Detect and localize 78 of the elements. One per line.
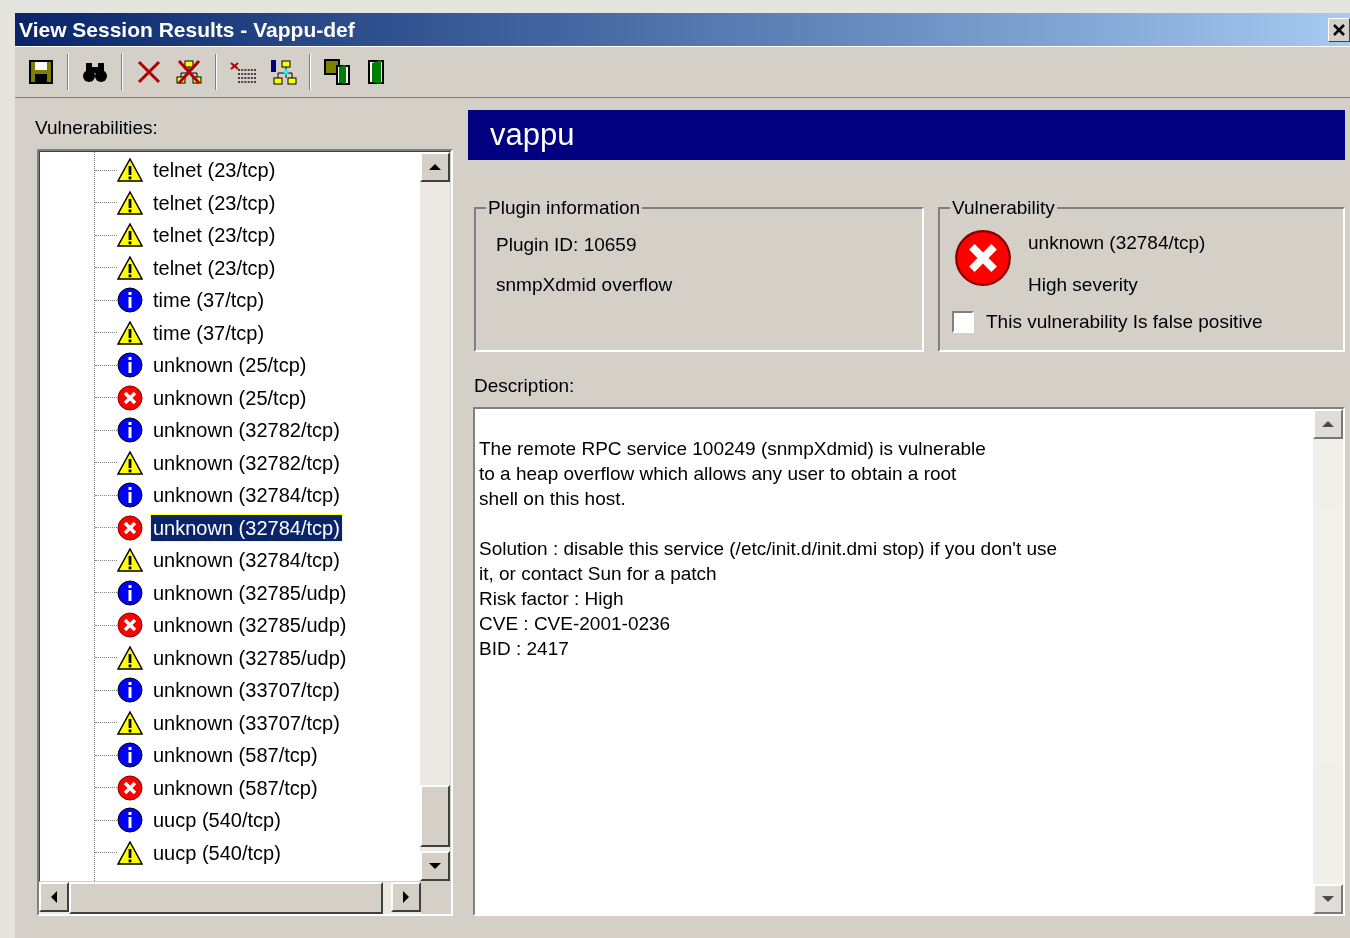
info-icon [117, 579, 143, 606]
false-positive-checkbox[interactable] [952, 310, 974, 333]
scroll-up-button[interactable] [1313, 408, 1343, 439]
description-text: Solution : disable this service (/etc/init.d/init.dmi stop) if you don't use it, or contact Sun for a patch Risk factor : High CVE : CVE-2001-0236 BID : 2417 [479, 536, 1059, 661]
close-button[interactable] [1328, 17, 1350, 42]
error-icon [117, 774, 143, 801]
tree-item[interactable]: unknown (32785/udp) [151, 644, 349, 671]
right-arrow-icon [403, 891, 409, 903]
tree-item[interactable]: unknown (587/tcp) [151, 774, 320, 801]
plugin-id: Plugin ID: 10659 [496, 232, 638, 257]
scroll-up-button[interactable] [420, 152, 450, 182]
tree-item[interactable]: unknown (32784/tcp) [151, 514, 342, 541]
tree-item[interactable]: unknown (587/tcp) [151, 742, 320, 769]
tree-item[interactable]: unknown (32784/tcp) [151, 547, 342, 574]
scroll-down-button[interactable] [1313, 884, 1343, 914]
scroll-thumb[interactable] [69, 882, 383, 914]
description-label: Description: [474, 374, 576, 398]
host-name: vappu [490, 115, 575, 154]
info-icon [117, 482, 143, 509]
vulnerabilities-label: Vulnerabilities: [35, 116, 159, 140]
tree-item[interactable]: telnet (23/tcp) [151, 222, 278, 249]
tree-item[interactable]: unknown (32785/udp) [151, 579, 349, 606]
error-icon [117, 612, 143, 639]
warning-icon [117, 709, 143, 736]
info-icon [117, 677, 143, 704]
group-title: Vulnerability [951, 196, 1056, 220]
vertical-scrollbar[interactable] [420, 152, 450, 881]
severity-icon [954, 228, 1012, 287]
plugin-name: snmpXdmid overflow [496, 273, 674, 297]
up-arrow-icon [429, 164, 441, 170]
false-positive-label: This vulnerability Is false positive [986, 309, 1263, 334]
down-arrow-icon [1322, 896, 1334, 902]
info-icon [117, 287, 143, 314]
tree-item[interactable]: uucp (540/tcp) [151, 807, 283, 834]
tree-item[interactable]: unknown (32782/tcp) [151, 417, 342, 444]
down-arrow-icon [429, 863, 441, 869]
error-icon [117, 384, 143, 411]
tree-item[interactable]: unknown (32784/tcp) [151, 482, 342, 509]
tree-item[interactable]: unknown (25/tcp) [151, 352, 309, 379]
warning-icon [117, 222, 143, 249]
tree-item[interactable]: unknown (32782/tcp) [151, 449, 342, 476]
scroll-thumb[interactable] [420, 785, 450, 847]
close-icon [1332, 22, 1346, 37]
tree-item[interactable]: unknown (25/tcp) [151, 384, 309, 411]
error-icon [117, 514, 143, 541]
scroll-right-button[interactable] [391, 882, 421, 912]
warning-icon [117, 644, 143, 671]
warning-icon [117, 157, 143, 184]
severity-text: High severity [1028, 273, 1139, 297]
window-title: View Session Results - Vappu-def [19, 16, 355, 43]
tree-item[interactable]: telnet (23/tcp) [151, 157, 278, 184]
tree-item[interactable]: unknown (33707/tcp) [151, 709, 342, 736]
vertical-scrollbar[interactable] [1313, 408, 1343, 914]
info-icon [117, 352, 143, 379]
tree-item[interactable]: telnet (23/tcp) [151, 254, 278, 281]
horizontal-scrollbar[interactable] [39, 882, 421, 914]
tree-item[interactable]: uucp (540/tcp) [151, 839, 283, 866]
warning-icon [117, 189, 143, 216]
vulnerability-service: unknown (32784/tcp) [1028, 230, 1206, 255]
warning-icon [117, 839, 143, 866]
tree-item[interactable]: telnet (23/tcp) [151, 189, 278, 216]
scroll-left-button[interactable] [39, 882, 69, 912]
tree-item[interactable]: unknown (33707/tcp) [151, 677, 342, 704]
info-icon [117, 417, 143, 444]
description-text: The remote RPC service 100249 (snmpXdmid) is vulnerable to a heap overflow which allows any user to obtain a root shell on this host. [479, 436, 987, 511]
warning-icon [117, 254, 143, 281]
tree-item[interactable]: unknown (32785/udp) [151, 612, 349, 639]
left-arrow-icon [51, 891, 57, 903]
tree-item[interactable]: time (37/tcp) [151, 287, 267, 314]
tree-item[interactable]: time (37/tcp) [151, 319, 267, 346]
warning-icon [117, 319, 143, 346]
group-title: Plugin information [487, 196, 642, 220]
info-icon [117, 807, 143, 834]
up-arrow-icon [1322, 420, 1334, 427]
scroll-down-button[interactable] [420, 851, 450, 881]
warning-icon [117, 449, 143, 476]
info-icon [117, 742, 143, 769]
warning-icon [117, 547, 143, 574]
